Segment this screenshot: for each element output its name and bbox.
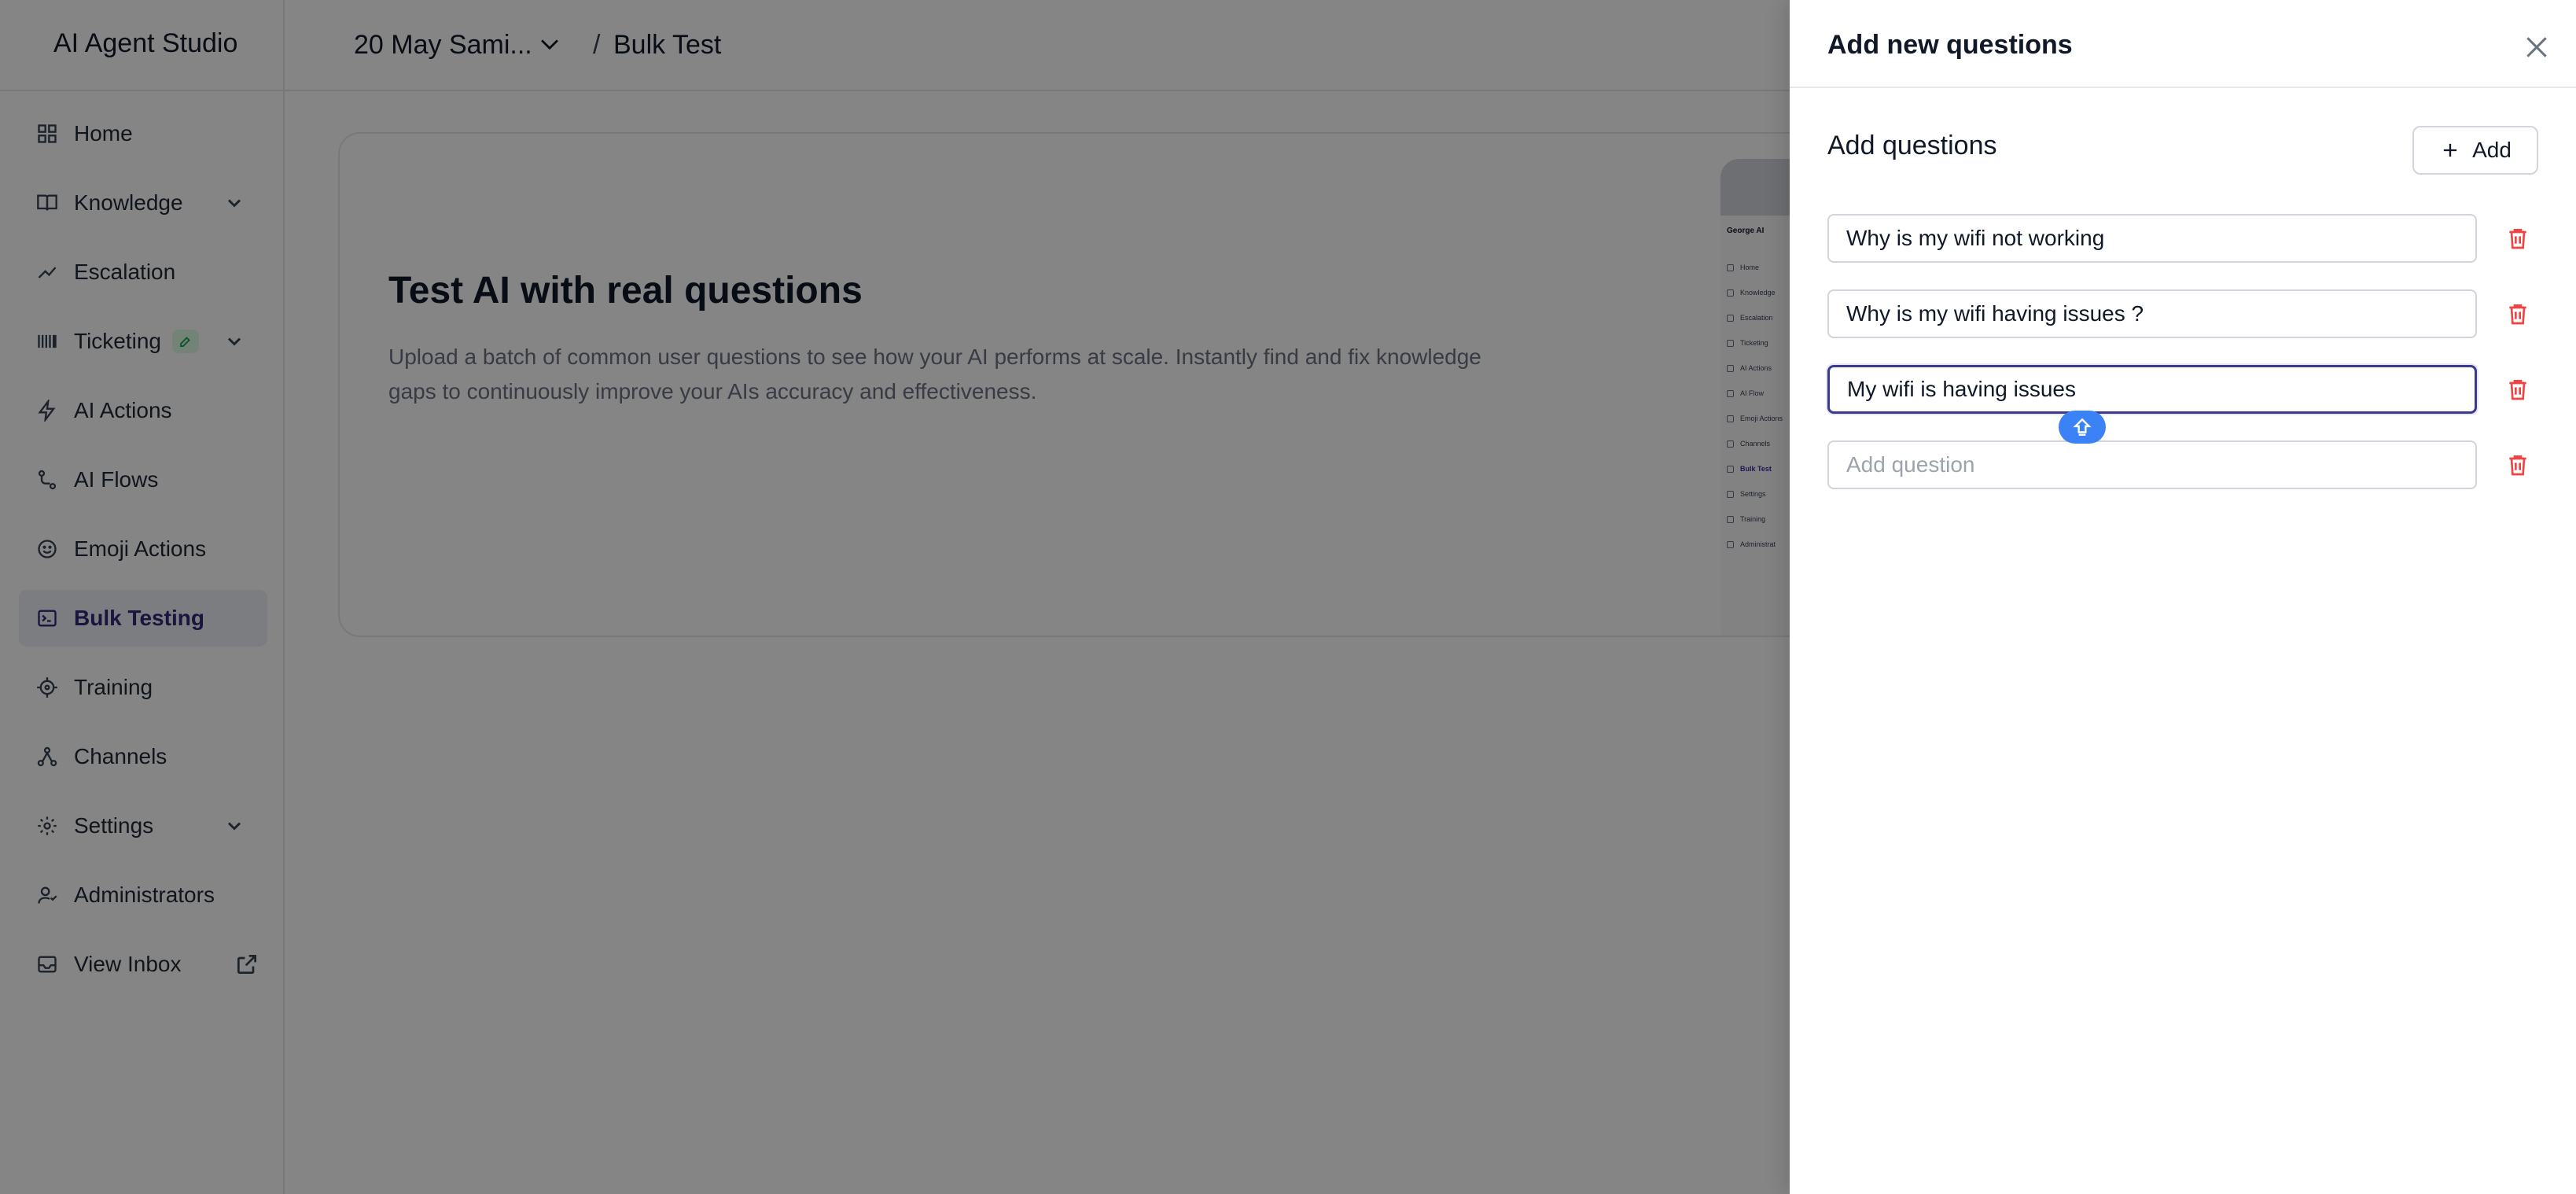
trash-icon[interactable] xyxy=(2505,300,2530,327)
question-row xyxy=(1827,289,2551,338)
question-row xyxy=(1827,440,2551,489)
question-row xyxy=(1827,365,2551,414)
text-caret-handle[interactable] xyxy=(2059,411,2106,444)
question-input[interactable] xyxy=(1827,365,2477,414)
add-questions-drawer: Add new questions Add questions Add xyxy=(1790,0,2576,1194)
add-question-button[interactable]: Add xyxy=(2412,126,2538,175)
shift-arrow-icon xyxy=(2073,418,2092,436)
trash-icon[interactable] xyxy=(2505,451,2530,478)
question-input[interactable] xyxy=(1827,440,2477,489)
drawer-header: Add new questions xyxy=(1790,0,2576,88)
question-input[interactable] xyxy=(1827,289,2477,338)
trash-icon[interactable] xyxy=(2505,225,2530,252)
trash-icon[interactable] xyxy=(2505,376,2530,403)
modal-backdrop[interactable] xyxy=(0,0,1790,1194)
plus-icon xyxy=(2443,143,2457,157)
question-row xyxy=(1827,214,2551,263)
section-title: Add questions xyxy=(1827,131,1997,160)
question-input[interactable] xyxy=(1827,214,2477,263)
close-icon[interactable] xyxy=(2521,31,2552,63)
add-button-label: Add xyxy=(2472,138,2512,162)
drawer-title: Add new questions xyxy=(1827,30,2073,60)
